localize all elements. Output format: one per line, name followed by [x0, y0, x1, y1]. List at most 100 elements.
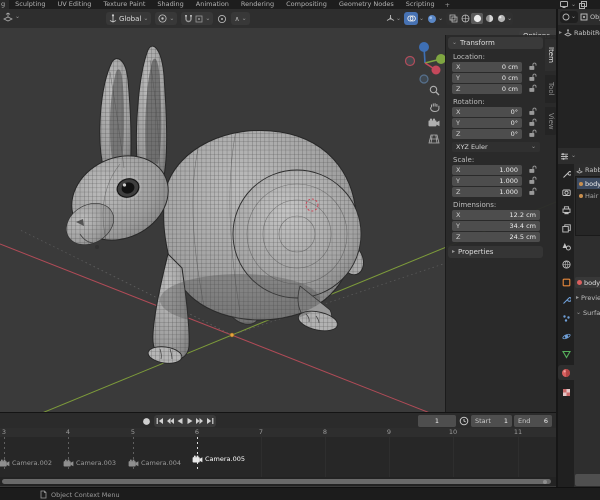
camera-view-icon[interactable]: [427, 116, 440, 129]
timeline-marker-camera-003[interactable]: Camera.003: [63, 459, 116, 467]
use-preview-range-icon[interactable]: [459, 416, 469, 426]
workspace-tab-texture-paint[interactable]: Texture Paint: [97, 0, 151, 9]
workspace-tab-compositing[interactable]: Compositing: [280, 0, 333, 9]
lock-icon[interactable]: [528, 187, 537, 196]
gizmo-x-neg-axis[interactable]: [405, 55, 416, 67]
scale-z-field[interactable]: Z 1.000: [452, 187, 522, 197]
preview-section-header[interactable]: ▸ Preview: [576, 294, 600, 302]
shading-rendered-button[interactable]: [495, 13, 507, 24]
properties-tab-tool[interactable]: [558, 167, 574, 182]
material-datablock-selector[interactable]: body: [575, 277, 600, 288]
gizmo-x-axis[interactable]: [431, 65, 441, 75]
jump-to-start-button[interactable]: [155, 415, 165, 427]
properties-tab-object[interactable]: [558, 275, 574, 290]
viewport-3d[interactable]: Options ⌄ Item Tool View ⌄ Transform Loc…: [0, 28, 556, 412]
workspace-tab-scripting[interactable]: Scripting: [400, 0, 441, 9]
timeline-marker-camera-005[interactable]: Camera.005: [192, 455, 245, 463]
properties-tab-world[interactable]: [558, 257, 574, 272]
surface-section-header[interactable]: ⌄ Surface: [576, 309, 600, 317]
falloff-dropdown[interactable]: ∧ ⌄: [231, 12, 250, 25]
timeline-marker-camera-002[interactable]: Camera.002: [0, 459, 52, 467]
navigation-gizmo[interactable]: [405, 37, 447, 85]
play-reverse-button[interactable]: [175, 415, 185, 427]
properties-tab-data[interactable]: [558, 347, 574, 362]
location-z-field[interactable]: Z0 cm: [452, 84, 522, 94]
lock-icon[interactable]: [528, 118, 537, 127]
proportional-editing-icon[interactable]: [217, 14, 227, 24]
dimensions-x-field[interactable]: X 12.2 cm: [452, 210, 540, 220]
play-button[interactable]: [185, 415, 195, 427]
current-frame-field[interactable]: 1: [418, 415, 456, 427]
properties-tab-modifiers[interactable]: [558, 293, 574, 308]
add-workspace-button[interactable]: +: [441, 1, 454, 9]
rotation-z-field[interactable]: Z 0°: [452, 129, 522, 139]
lock-icon[interactable]: [528, 129, 537, 138]
properties-tab-scene[interactable]: [558, 239, 574, 254]
jump-to-end-button[interactable]: [205, 415, 215, 427]
pivot-dropdown[interactable]: ⌄: [155, 12, 178, 25]
xray-dropdown[interactable]: ⌄: [427, 14, 443, 24]
properties-tab-texture[interactable]: [558, 385, 574, 400]
lock-icon[interactable]: [528, 107, 537, 116]
snap-controls[interactable]: ⌄: [181, 12, 214, 25]
properties-bottom-button[interactable]: [575, 474, 600, 486]
frame-start-field[interactable]: Start 1: [471, 415, 512, 427]
scrollbar-handle-nub[interactable]: [543, 479, 547, 484]
sidebar-tab-item[interactable]: Item: [545, 39, 556, 71]
timeline-marker-camera-004[interactable]: Camera.004: [128, 459, 181, 467]
properties-tab-material[interactable]: [558, 365, 574, 380]
workspace-tab-cut[interactable]: g: [0, 0, 10, 9]
properties-tab-physics[interactable]: [558, 329, 574, 344]
gizmos-dropdown[interactable]: ⌄: [386, 14, 401, 23]
workspace-tab-uv-editing[interactable]: UV Editing: [52, 0, 98, 9]
rotation-x-field[interactable]: X 0°: [452, 107, 522, 117]
properties-tab-output[interactable]: [558, 203, 574, 218]
perspective-toggle-icon[interactable]: [427, 132, 440, 145]
expand-icon[interactable]: ▸: [559, 30, 562, 36]
lock-icon[interactable]: [528, 62, 537, 71]
properties-editor-icon[interactable]: [560, 152, 569, 161]
previous-keyframe-button[interactable]: [165, 415, 175, 427]
auto-keying-button[interactable]: [141, 415, 151, 427]
lock-icon[interactable]: [528, 73, 537, 82]
dimensions-y-field[interactable]: Y 34.4 cm: [452, 221, 540, 231]
gizmo-z-axis[interactable]: [419, 42, 429, 52]
transform-panel-header[interactable]: ⌄ Transform: [448, 37, 543, 49]
properties-tab-particles[interactable]: [558, 311, 574, 326]
workspace-tab-animation[interactable]: Animation: [190, 0, 235, 9]
scene-icon[interactable]: [560, 1, 568, 8]
filter-object-icon[interactable]: [580, 13, 588, 21]
outliner-display-mode-dropdown[interactable]: ⌄: [560, 11, 579, 23]
move-view-icon[interactable]: [428, 100, 441, 113]
overlays-dropdown[interactable]: ⌄: [404, 12, 424, 25]
zoom-view-icon[interactable]: [428, 84, 441, 97]
outliner-item-rabbit[interactable]: ▸ RabbitRe: [559, 29, 600, 37]
dimensions-z-field[interactable]: Z 24.5 cm: [452, 232, 540, 242]
sidebar-tab-tool[interactable]: Tool: [545, 75, 556, 103]
frame-end-field[interactable]: End 6: [514, 415, 552, 427]
shading-material-button[interactable]: [483, 13, 495, 24]
properties-tab-view-layer[interactable]: [558, 221, 574, 236]
gizmo-z-neg-axis[interactable]: [419, 74, 429, 84]
material-slot-hair[interactable]: Hair: [577, 190, 600, 201]
shading-wireframe-button[interactable]: [459, 13, 471, 24]
rotation-y-field[interactable]: Y 0°: [452, 118, 522, 128]
horizontal-scrollbar[interactable]: [2, 479, 551, 484]
material-slot-body[interactable]: body: [577, 178, 600, 189]
toggle-xray-button[interactable]: [447, 13, 459, 24]
lock-icon[interactable]: [528, 176, 537, 185]
editor-type-selector[interactable]: ⌄: [3, 12, 20, 22]
workspace-tab-shading[interactable]: Shading: [151, 0, 189, 9]
workspace-tab-geometry-nodes[interactable]: Geometry Nodes: [333, 0, 400, 9]
properties-tab-render[interactable]: [558, 185, 574, 200]
location-y-field[interactable]: Y0 cm: [452, 73, 522, 83]
next-keyframe-button[interactable]: [195, 415, 205, 427]
timeline-ruler[interactable]: 3 4 5 6 7 8 9 10 11: [0, 428, 556, 437]
sidebar-tab-view[interactable]: View: [545, 107, 556, 135]
shading-solid-button[interactable]: [471, 13, 484, 24]
workspace-tab-rendering[interactable]: Rendering: [235, 0, 280, 9]
scale-x-field[interactable]: X 1.000: [452, 165, 522, 175]
lock-icon[interactable]: [528, 84, 537, 93]
workspace-tab-sculpting[interactable]: Sculpting: [9, 0, 51, 9]
properties-panel-header[interactable]: ▸ Properties: [448, 246, 543, 258]
